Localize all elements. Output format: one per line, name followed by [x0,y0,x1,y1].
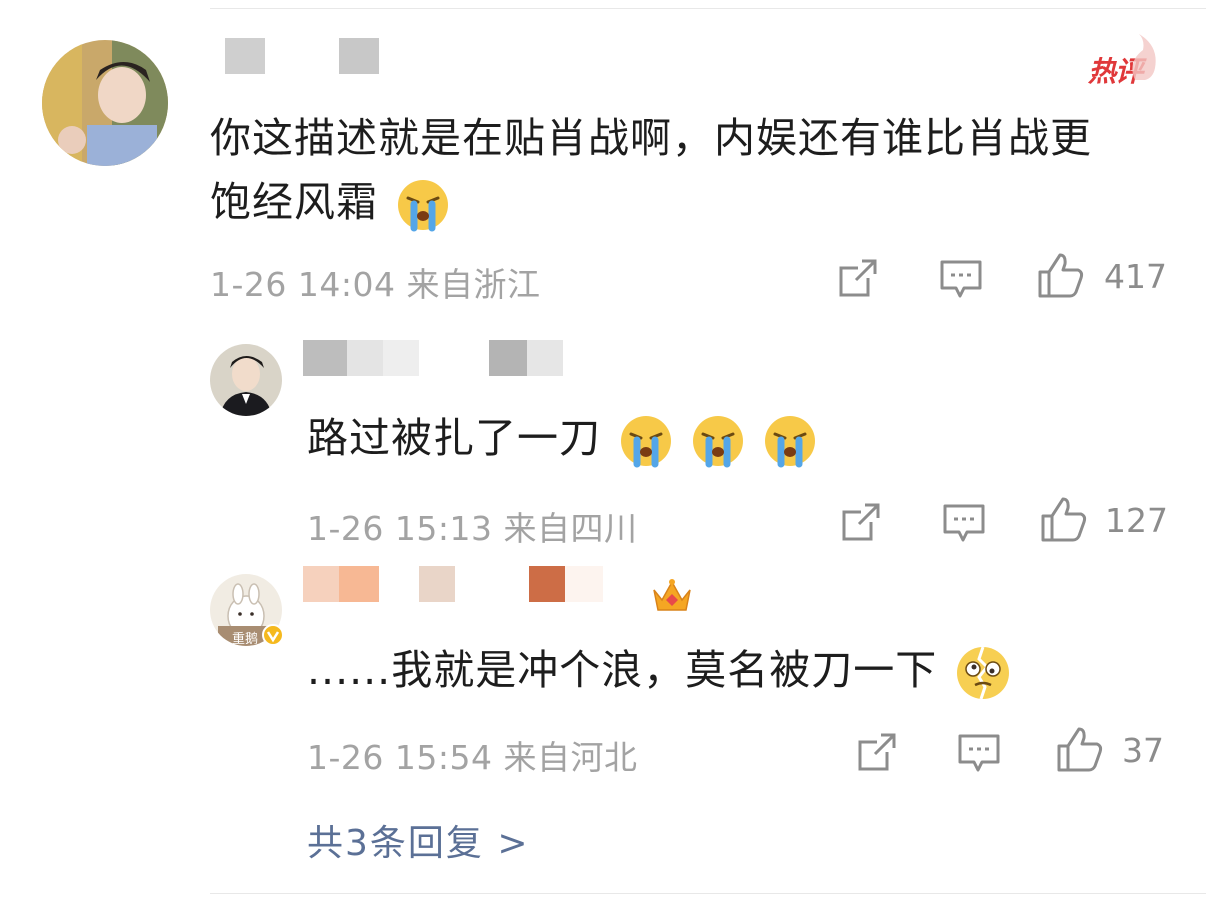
reply-timestamp-location: 1-26 15:13 来自四川 [307,509,638,548]
reply-timestamp-location: 1-26 15:54 来自河北 [307,738,638,777]
avatar[interactable] [210,344,282,416]
crying-face-icon [621,416,672,468]
avatar-caption: 重鹅 [232,632,259,647]
comment-icon[interactable] [958,734,1000,774]
crown-badge-icon [653,579,691,611]
verified-v-icon [262,624,284,646]
comment-icon[interactable] [940,260,982,300]
view-more-replies-link[interactable]: 共3条回复 > [307,814,530,866]
reply-text: ......我就是冲个浪，莫名被刀一下 [307,638,1011,702]
like-thumb-icon[interactable] [1041,496,1087,542]
share-icon[interactable] [838,258,878,298]
comment-timestamp-location: 1-26 14:04 来自浙江 [210,265,541,304]
share-icon[interactable] [857,732,897,772]
username-blurred[interactable] [225,38,379,74]
crying-face-icon [398,180,449,232]
like-count: 417 [1104,257,1167,296]
reply-text: 路过被扎了一刀 [307,406,817,470]
share-icon[interactable] [841,502,881,542]
comment-icon[interactable] [943,504,985,544]
top-divider [210,8,1206,9]
crying-face-icon [693,416,744,468]
crying-face-icon [765,416,816,468]
username-blurred[interactable] [303,340,563,376]
bottom-divider [210,893,1206,894]
like-count: 37 [1122,731,1164,770]
broken-face-icon [957,646,1010,700]
like-thumb-icon[interactable] [1057,726,1103,772]
like-count: 127 [1105,501,1168,540]
username-blurred[interactable] [303,566,603,602]
comment-text: 你这描述就是在贴肖战啊，内娱还有谁比肖战更 饱经风霜 [210,106,1170,234]
like-thumb-icon[interactable] [1038,252,1084,298]
flame-icon [1132,34,1156,80]
avatar[interactable] [42,40,168,166]
